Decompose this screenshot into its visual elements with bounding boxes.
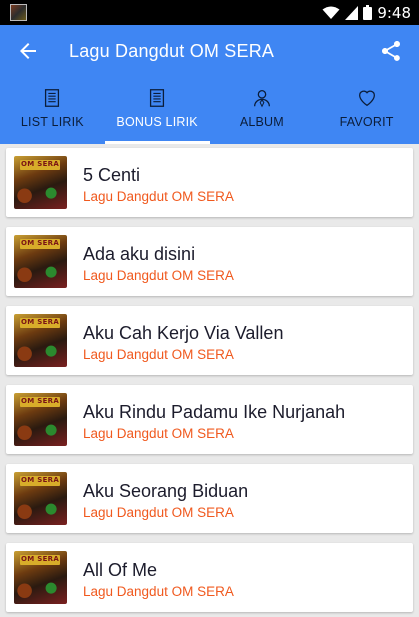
album-thumbnail: OM SERA (14, 393, 67, 446)
song-title: All Of Me (83, 560, 158, 580)
app-notification-icon (10, 4, 27, 21)
tab-list-lirik[interactable]: LIST LIRIK (0, 80, 105, 144)
status-bar: 9:48 (0, 0, 419, 25)
app-bar: Lagu Dangdut OM SERA LIST LIRIK BONUS LI… (0, 25, 419, 144)
heart-icon (358, 90, 375, 107)
user-icon (253, 90, 270, 108)
list-item[interactable]: OM SERA All Of Me Lagu Dangdut OM SERA (6, 543, 413, 612)
signal-icon (345, 5, 359, 20)
song-title: Aku Rindu Padamu Ike Nurjanah (83, 402, 346, 422)
tab-label: ALBUM (239, 115, 284, 129)
page-title: Lagu Dangdut OM SERA (69, 41, 275, 61)
song-artist: Lagu Dangdut OM SERA (83, 347, 234, 362)
album-thumbnail: OM SERA (14, 551, 67, 604)
document-icon (45, 89, 60, 107)
song-title: Aku Seorang Biduan (83, 481, 249, 501)
list-item[interactable]: OM SERA Ada aku disini Lagu Dangdut OM S… (6, 227, 413, 296)
status-time: 9:48 (377, 3, 411, 22)
tab-label: FAVORIT (339, 115, 394, 129)
tab-label: BONUS LIRIK (116, 115, 198, 129)
song-list: OM SERA 5 Centi Lagu Dangdut OM SERA OM … (0, 144, 419, 617)
song-artist: Lagu Dangdut OM SERA (83, 268, 234, 283)
song-title: Ada aku disini (83, 244, 196, 264)
wifi-icon (322, 6, 340, 19)
list-item[interactable]: OM SERA 5 Centi Lagu Dangdut OM SERA (6, 148, 413, 217)
share-icon[interactable] (379, 39, 403, 63)
list-item[interactable]: OM SERA Aku Cah Kerjo Via Vallen Lagu Da… (6, 306, 413, 375)
album-thumbnail: OM SERA (14, 156, 67, 209)
document-icon (150, 89, 165, 107)
song-title: Aku Cah Kerjo Via Vallen (83, 323, 284, 343)
list-item[interactable]: OM SERA Aku Seorang Biduan Lagu Dangdut … (6, 464, 413, 533)
tab-favorit[interactable]: FAVORIT (314, 80, 419, 144)
status-icons: 9:48 (322, 0, 411, 25)
tab-bonus-lirik[interactable]: BONUS LIRIK (104, 80, 210, 144)
song-artist: Lagu Dangdut OM SERA (83, 505, 234, 520)
album-thumbnail: OM SERA (14, 472, 67, 525)
album-thumbnail: OM SERA (14, 314, 67, 367)
arrow-left-icon[interactable] (16, 39, 40, 63)
tab-label: LIST LIRIK (20, 115, 84, 129)
song-title: 5 Centi (83, 165, 141, 185)
song-artist: Lagu Dangdut OM SERA (83, 426, 234, 441)
list-item[interactable]: OM SERA Aku Rindu Padamu Ike Nurjanah La… (6, 385, 413, 454)
tab-album[interactable]: ALBUM (210, 80, 315, 144)
song-artist: Lagu Dangdut OM SERA (83, 584, 234, 599)
toolbar: Lagu Dangdut OM SERA (0, 25, 419, 78)
tab-bar: LIST LIRIK BONUS LIRIK ALBUM FAVORIT (0, 80, 419, 144)
song-artist: Lagu Dangdut OM SERA (83, 189, 234, 204)
album-thumbnail: OM SERA (14, 235, 67, 288)
battery-icon (363, 5, 373, 20)
